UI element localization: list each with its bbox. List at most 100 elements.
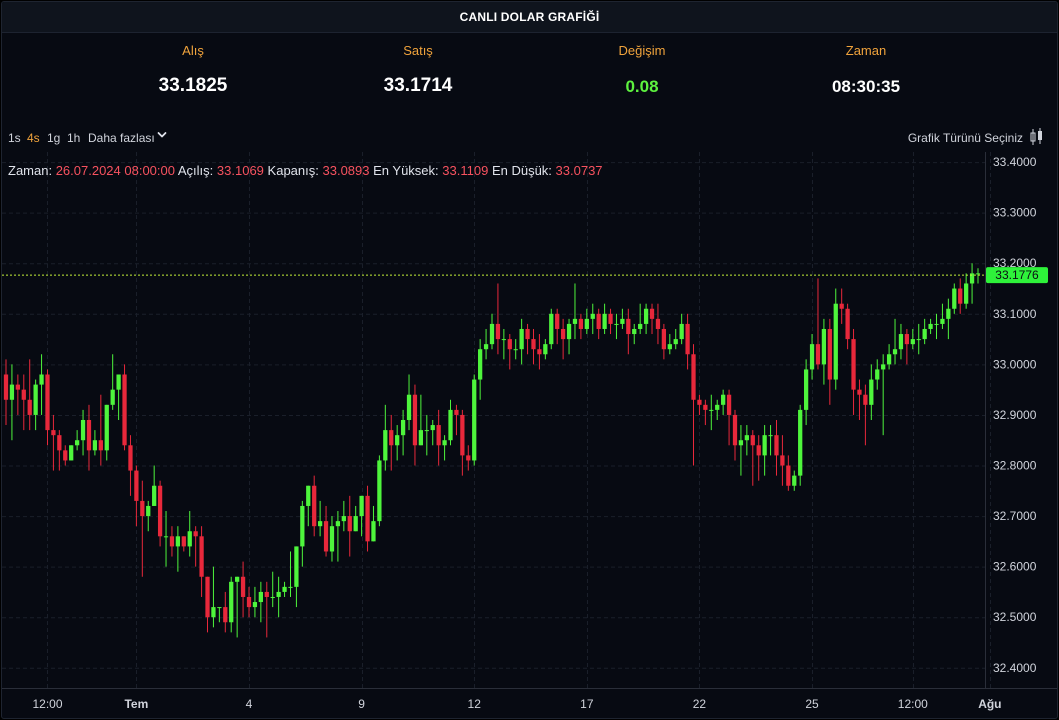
candle-body xyxy=(673,339,678,345)
interval-4s[interactable]: 4s xyxy=(27,131,40,145)
candle-body xyxy=(63,450,68,461)
candle-body xyxy=(276,591,281,597)
candle-body xyxy=(845,308,850,340)
candlestick-chart[interactable]: 33.1776 33.4000 33.3000 33.2000 33.1000 33.0… xyxy=(2,152,1057,718)
candle-body xyxy=(519,328,524,350)
candle-body xyxy=(774,435,779,456)
candle-body xyxy=(193,531,198,537)
candle-body xyxy=(359,495,364,517)
stat-satis-label: Satış xyxy=(403,43,433,58)
candlestick-icon[interactable] xyxy=(1029,127,1045,147)
candle-body xyxy=(353,516,358,532)
candle-body xyxy=(803,369,809,410)
candle-body xyxy=(418,430,424,446)
interval-1h[interactable]: 1h xyxy=(67,131,80,145)
candle-body xyxy=(590,313,595,319)
y-tick-label: 32.6000 xyxy=(993,560,1037,574)
chart-type-selector[interactable]: Grafik Türünü Seçiniz xyxy=(908,131,1023,145)
candle-body xyxy=(726,394,732,415)
chevron-down-icon[interactable] xyxy=(157,130,167,140)
candle-body xyxy=(489,323,495,345)
candle-body xyxy=(341,516,346,522)
candle-body xyxy=(572,318,578,324)
y-tick-label: 33.1000 xyxy=(993,307,1037,321)
axes: 33.4000 33.3000 33.2000 33.1000 33.0000 32.90… xyxy=(2,152,1057,711)
candle-body xyxy=(412,394,418,446)
candle-body xyxy=(827,328,832,380)
interval-1s[interactable]: 1s xyxy=(8,131,21,145)
candle-body xyxy=(875,369,880,380)
candle-body xyxy=(501,339,506,341)
y-tick-label: 33.2000 xyxy=(993,256,1037,270)
chart-widget: CANLI DOLAR GRAFİĞİ Alış 33.1825 Satış 3… xyxy=(1,1,1058,719)
candle-body xyxy=(721,394,726,405)
widget-title: CANLI DOLAR GRAFİĞİ xyxy=(2,2,1057,33)
interval-1g[interactable]: 1g xyxy=(47,131,60,145)
candle-body xyxy=(513,349,518,351)
x-tick-label: 12:00 xyxy=(32,697,62,711)
candle-body xyxy=(258,591,263,603)
x-tick-label: 4 xyxy=(246,697,253,711)
ohlc-legend: Zaman: 26.07.2024 08:00:00 Açılış: 33.10… xyxy=(8,163,603,178)
candle-body xyxy=(679,323,684,340)
x-tick-label: 17 xyxy=(580,697,594,711)
y-tick-label: 33.3000 xyxy=(993,206,1037,220)
candle-body xyxy=(175,536,181,547)
candle-body xyxy=(335,521,341,527)
candle-body xyxy=(685,323,690,355)
candle-body xyxy=(958,288,963,304)
candle-body xyxy=(667,344,672,350)
candle-body xyxy=(780,455,785,466)
candle-body xyxy=(116,374,121,390)
candle-body xyxy=(294,546,299,587)
more-intervals-button[interactable]: Daha fazlası xyxy=(88,131,155,145)
candle-body xyxy=(940,318,945,324)
candle-body xyxy=(400,420,406,436)
candle-body xyxy=(74,440,80,446)
candle-body xyxy=(92,440,98,451)
candle-body xyxy=(187,531,192,547)
x-tick-label: 9 xyxy=(358,697,365,711)
candle-body xyxy=(537,349,542,355)
candle-body xyxy=(27,399,32,415)
candle-body xyxy=(312,485,317,527)
candle-body xyxy=(371,521,376,542)
ohlc-high-value: 33.1109 xyxy=(442,163,489,178)
stat-zaman-value: 08:30:35 xyxy=(831,77,901,96)
stat-degisim-label: Değişim xyxy=(618,43,666,58)
candle-body xyxy=(703,404,708,410)
candle-body xyxy=(217,607,222,609)
candle-body xyxy=(934,323,939,325)
candle-body xyxy=(892,349,898,355)
y-tick-label: 32.7000 xyxy=(993,509,1037,523)
ohlc-low-value: 33.0737 xyxy=(555,163,603,178)
candle-body xyxy=(602,313,607,329)
ohlc-time-value: 26.07.2024 08:00:00 xyxy=(55,163,175,178)
ohlc-close-value: 33.0893 xyxy=(322,163,370,178)
candle-body xyxy=(839,303,844,309)
stat-alis-value: 33.1825 xyxy=(158,75,228,96)
candle-body xyxy=(815,344,821,365)
x-tick-label: Tem xyxy=(124,697,148,711)
candle-body xyxy=(436,425,441,446)
candle-body xyxy=(525,328,530,340)
candle-body xyxy=(857,389,862,395)
candle-body xyxy=(922,328,927,340)
candle-body xyxy=(317,521,323,527)
candle-body xyxy=(732,414,738,446)
candle-body xyxy=(910,339,915,345)
ohlc-time-label: Zaman: xyxy=(8,163,53,178)
candle-body xyxy=(964,283,969,304)
candle-body xyxy=(33,384,38,415)
candle-body xyxy=(750,435,755,446)
x-tick-label: 12 xyxy=(468,697,482,711)
candle-body xyxy=(655,318,661,329)
stat-zaman-label: Zaman xyxy=(845,43,887,58)
candle-body xyxy=(608,313,613,324)
candle-body xyxy=(157,485,163,537)
candle-body xyxy=(152,485,157,506)
ohlc-close-label: Kapanış: xyxy=(267,163,319,178)
candle-body xyxy=(15,384,20,390)
candle-body xyxy=(881,364,886,370)
candle-body xyxy=(282,586,287,592)
